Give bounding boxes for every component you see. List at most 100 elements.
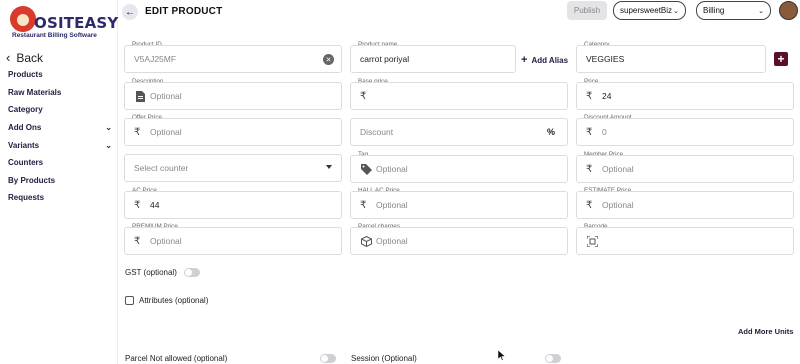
tag-icon [360, 163, 372, 175]
page-header: ← EDIT PRODUCT Publish supersweetBiz ⌄ B… [118, 0, 800, 24]
caret-down-icon [326, 165, 332, 169]
sidebar-item-label: Raw Materials [8, 87, 62, 97]
plus-icon: + [521, 54, 528, 66]
package-icon [360, 235, 372, 247]
sidebar-item-category[interactable]: Category [8, 101, 112, 119]
member-price-field[interactable]: ₹ Optional [576, 155, 794, 183]
gst-label: GST (optional) [125, 268, 177, 277]
plus-icon: + [777, 52, 785, 66]
back-label: Back [16, 50, 44, 65]
rupee-icon: ₹ [360, 90, 367, 102]
base-price-field[interactable]: ₹ [350, 82, 568, 110]
add-alias-label: Add Alias [531, 55, 569, 65]
add-alias-button[interactable]: + Add Alias [521, 54, 568, 66]
rupee-icon: ₹ [586, 163, 593, 175]
sidebar-item-variants[interactable]: Variants ⌄ [8, 136, 112, 154]
discount-placeholder: Discount [360, 127, 394, 137]
description-placeholder: Optional [150, 91, 182, 101]
business-select-value: supersweetBiz [620, 6, 673, 15]
clear-icon[interactable]: ✕ [323, 54, 334, 65]
sidebar-item-products[interactable]: Products [8, 66, 112, 84]
sidebar-nav: Products Raw Materials Category Add Ons ⌄… [8, 66, 112, 207]
gst-toggle[interactable] [184, 268, 200, 277]
mouse-cursor-icon [497, 349, 506, 364]
sidebar-item-label: Variants [8, 140, 40, 150]
brand-name: OSITEASY [34, 14, 119, 32]
rupee-icon: ₹ [134, 235, 141, 247]
sidebar-item-label: Counters [8, 158, 44, 168]
chevron-down-icon: ⌄ [105, 140, 112, 150]
sidebar-item-requests[interactable]: Requests [8, 189, 112, 207]
premium-price-placeholder: Optional [150, 236, 182, 246]
sidebar-item-add-ons[interactable]: Add Ons ⌄ [8, 119, 112, 137]
attributes-label: Attributes (optional) [139, 296, 209, 305]
rupee-icon: ₹ [134, 199, 141, 211]
document-icon [134, 90, 146, 102]
attributes-checkbox[interactable] [125, 296, 134, 305]
parcel-not-allowed-toggle[interactable] [320, 354, 336, 363]
category-field[interactable]: VEGGIES [576, 45, 766, 73]
business-select[interactable]: supersweetBiz ⌄ [613, 1, 686, 20]
session-toggle[interactable] [545, 354, 561, 363]
chevron-down-icon: ⌄ [758, 7, 764, 15]
description-field[interactable]: Optional [124, 82, 342, 110]
member-price-placeholder: Optional [602, 164, 634, 174]
offer-price-field[interactable]: ₹ Optional [124, 118, 342, 146]
barcode-field[interactable] [576, 227, 794, 255]
session-label: Session (Optional) [351, 354, 417, 363]
brand-tagline: Restaurant Billing Software [12, 32, 97, 39]
sidebar-item-label: By Products [8, 175, 56, 185]
avatar[interactable] [779, 1, 798, 20]
rupee-icon: ₹ [134, 126, 141, 138]
counter-placeholder: Select counter [134, 163, 189, 173]
category-value: VEGGIES [586, 54, 625, 64]
discount-field[interactable]: Discount % [350, 118, 568, 146]
add-category-button[interactable]: + [774, 52, 788, 66]
sidebar: OSITEASY Restaurant Billing Software ‹ B… [0, 0, 118, 364]
publish-button[interactable]: Publish [567, 1, 607, 20]
product-id-field[interactable]: V5AJ25MF ✕ [124, 45, 342, 73]
chevron-down-icon: ⌄ [105, 123, 112, 133]
arrow-left-icon: ← [125, 6, 135, 18]
sidebar-item-label: Category [8, 105, 43, 115]
mode-select[interactable]: Billing ⌄ [696, 1, 771, 20]
estimate-price-placeholder: Optional [602, 200, 634, 210]
product-id-value: V5AJ25MF [134, 54, 177, 64]
rupee-icon: ₹ [586, 90, 593, 102]
hall-ac-price-field[interactable]: ₹ Optional [350, 191, 568, 219]
brand-logo: OSITEASY Restaurant Billing Software [8, 4, 119, 40]
sidebar-item-by-products[interactable]: By Products [8, 172, 112, 190]
page-title: EDIT PRODUCT [145, 6, 223, 17]
sidebar-item-counters[interactable]: Counters [8, 154, 112, 172]
back-arrow-button[interactable]: ← [122, 4, 138, 20]
back-link[interactable]: ‹ Back [6, 50, 43, 65]
parcel-not-allowed-label: Parcel Not allowed (optional) [125, 354, 228, 363]
barcode-scan-icon [586, 235, 598, 247]
price-value: 24 [602, 91, 612, 101]
percent-icon: % [546, 127, 555, 137]
parcel-charges-placeholder: Optional [376, 236, 408, 246]
parcel-charges-field[interactable]: Optional [350, 227, 568, 255]
chevron-left-icon: ‹ [6, 50, 11, 65]
chevron-down-icon: ⌄ [673, 7, 679, 15]
sidebar-item-label: Requests [8, 193, 45, 203]
price-field[interactable]: ₹ 24 [576, 82, 794, 110]
estimate-price-field[interactable]: ₹ Optional [576, 191, 794, 219]
sidebar-item-raw-materials[interactable]: Raw Materials [8, 84, 112, 102]
discount-amount-placeholder: 0 [602, 127, 607, 137]
discount-amount-field[interactable]: ₹ 0 [576, 118, 794, 146]
counter-select[interactable]: Select counter [124, 154, 342, 182]
rupee-icon: ₹ [360, 199, 367, 211]
product-name-value: carrot poriyal [360, 54, 410, 64]
tag-field[interactable]: Optional [350, 155, 568, 183]
sidebar-item-label: Add Ons [8, 123, 42, 133]
rupee-icon: ₹ [586, 199, 593, 211]
product-name-field[interactable]: carrot poriyal [350, 45, 516, 73]
hall-ac-price-placeholder: Optional [376, 200, 408, 210]
santa-logo-icon [10, 6, 36, 32]
ac-price-value: 44 [150, 200, 160, 210]
ac-price-field[interactable]: ₹ 44 [124, 191, 342, 219]
sidebar-item-label: Products [8, 70, 43, 80]
premium-price-field[interactable]: ₹ Optional [124, 227, 342, 255]
add-more-units-button[interactable]: Add More Units [738, 327, 793, 336]
